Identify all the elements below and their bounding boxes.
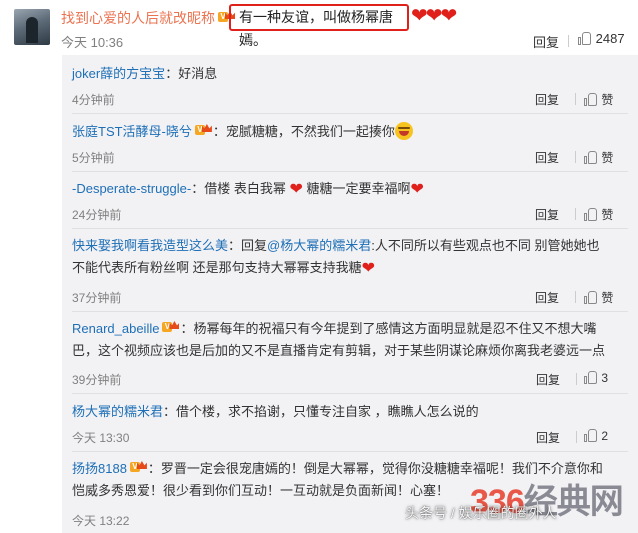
like-label: 赞: [601, 93, 614, 107]
divider: [72, 311, 628, 312]
reply-username[interactable]: 张庭TST活酵母-晓兮: [72, 124, 192, 139]
vip-crown-icon: V: [194, 124, 213, 138]
reply-time: 今天 13:30: [72, 431, 130, 445]
heart-icon: ❤: [410, 181, 424, 198]
vip-crown-icon: V: [129, 461, 148, 475]
action-separator: [568, 35, 569, 47]
reply-button[interactable]: 回复: [533, 32, 559, 51]
reply-prefix: ：回复: [228, 238, 268, 253]
reply-username[interactable]: Renard_abeille: [72, 321, 159, 336]
action-separator: [575, 291, 576, 303]
reply-time: 24分钟前: [72, 208, 122, 222]
source-watermark: 头条号 / 娱乐圈的圈外人: [405, 505, 557, 521]
action-separator: [575, 208, 576, 220]
heart-icon: ❤: [289, 181, 303, 198]
like-button[interactable]: 2487: [578, 31, 625, 46]
action-separator: [575, 93, 576, 105]
divider: [72, 171, 628, 172]
reply-username[interactable]: joker薛的方宝宝: [72, 66, 165, 81]
reply-username[interactable]: 快来娶我啊看我造型这么美: [72, 238, 228, 253]
divider: [72, 228, 628, 229]
reply-username[interactable]: 扬扬8188: [72, 461, 127, 476]
like-button[interactable]: 3: [584, 371, 608, 385]
thumbs-up-icon: [584, 429, 598, 442]
reply-button[interactable]: 回复: [536, 429, 560, 446]
reply-text: ：好消息: [165, 66, 218, 81]
reply-item: 杨大幂的糯米君：借个楼，求不掐谢，只懂专注自家 ，瞧瞧人怎么说的: [72, 401, 628, 423]
highlighted-comment-text: 有一种友谊，叫做杨幂唐嫣。: [229, 4, 409, 48]
like-label: 赞: [601, 208, 614, 222]
thumbs-up-icon: [584, 151, 598, 164]
like-button[interactable]: 赞: [584, 91, 613, 108]
thumbs-up-icon: [584, 93, 598, 106]
like-label: 赞: [601, 291, 614, 305]
thumbs-up-icon: [578, 32, 592, 45]
reply-text: 糖糖一定要幸福啊: [306, 181, 411, 196]
reply-text: ：杨幂每年的祝福只有今年提到了感情这方面明显就是忍不住又不想大嘴: [180, 321, 597, 336]
reply-button[interactable]: 回复: [535, 91, 559, 108]
reply-text: 恺威多秀恩爱！很少看到你们互动！一互动就是负面新闻！心塞！: [72, 483, 450, 498]
like-button[interactable]: 2: [584, 429, 608, 443]
action-separator: [576, 431, 577, 443]
divider: [72, 393, 628, 394]
username-link[interactable]: 找到心爱的人后就改昵称: [61, 10, 215, 26]
action-separator: [575, 151, 576, 163]
like-button[interactable]: 赞: [584, 289, 613, 306]
reply-username[interactable]: -Desperate-struggle-: [72, 181, 191, 196]
reply-time: 37分钟前: [72, 291, 122, 305]
like-count: 2487: [595, 31, 625, 46]
reply-time: 39分钟前: [72, 373, 122, 387]
like-count: 3: [601, 371, 609, 385]
like-label: 赞: [601, 151, 614, 165]
like-count: 2: [601, 429, 609, 443]
reply-button[interactable]: 回复: [536, 371, 560, 388]
replies-panel: joker薛的方宝宝：好消息 4分钟前 回复 赞 张庭TST活酵母-晓兮 V ：宠腻…: [62, 55, 638, 533]
reply-button[interactable]: 回复: [535, 289, 559, 306]
reply-button[interactable]: 回复: [535, 206, 559, 223]
reply-time: 4分钟前: [72, 93, 115, 107]
thumbs-up-icon: [584, 208, 598, 221]
thumbs-up-icon: [584, 371, 598, 384]
vip-crown-icon: V: [162, 321, 180, 335]
reply-item: joker薛的方宝宝：好消息: [72, 63, 628, 85]
reply-time: 5分钟前: [72, 151, 115, 165]
reply-username[interactable]: 杨大幂的糯米君: [72, 404, 163, 419]
heart-icons: ❤❤❤: [411, 5, 457, 27]
main-comment: 找到心爱的人后就改昵称 V 有一种友谊，叫做杨幂唐嫣。 ❤❤❤ 今天 10:36 …: [0, 0, 638, 55]
reply-item: 张庭TST活酵母-晓兮 V ：宠腻糖糖，不然我们一起揍你: [72, 121, 628, 143]
reply-text: ：宠腻糖糖，不然我们一起揍你: [212, 124, 395, 139]
reply-item: -Desperate-struggle-：借楼 表白我幂 ❤ 糖糖一定要幸福啊❤: [72, 178, 628, 201]
laughing-emoji-icon: [394, 122, 413, 140]
main-comment-user[interactable]: 找到心爱的人后就改昵称 V: [61, 8, 236, 28]
reply-text: 不能代表所有粉丝啊 还是那句支持大幂幂支持我糖: [72, 260, 362, 275]
like-button[interactable]: 赞: [584, 206, 613, 223]
comment-time: 今天 10:36: [61, 35, 124, 50]
thumbs-up-icon: [584, 291, 598, 304]
reply-button[interactable]: 回复: [535, 149, 559, 166]
mention-link[interactable]: @杨大幂的糯米君: [267, 238, 371, 253]
reply-text: :人不同所以有些观点也不同 别管她她也: [371, 238, 600, 253]
reply-time: 今天 13:22: [72, 514, 130, 528]
divider: [72, 113, 628, 114]
avatar[interactable]: [14, 9, 50, 45]
reply-item: Renard_abeille V ：杨幂每年的祝福只有今年提到了感情这方面明显就是忍…: [72, 318, 628, 362]
reply-text: ：借个楼，求不掐谢，只懂专注自家 ，瞧瞧人怎么说的: [163, 404, 479, 419]
reply-text: 巴，这个视频应该也是后加的又不是直播肯定有剪辑，对于某些阴谋论麻烦你离我老婆远一…: [72, 343, 606, 358]
like-button[interactable]: 赞: [584, 149, 613, 166]
divider: [72, 451, 628, 452]
reply-text: ：借楼 表白我幂: [191, 181, 286, 196]
reply-item: 快来娶我啊看我造型这么美：回复@杨大幂的糯米君:人不同所以有些观点也不同 别管她…: [72, 235, 628, 280]
heart-icon: ❤: [361, 260, 376, 277]
action-separator: [576, 373, 577, 385]
